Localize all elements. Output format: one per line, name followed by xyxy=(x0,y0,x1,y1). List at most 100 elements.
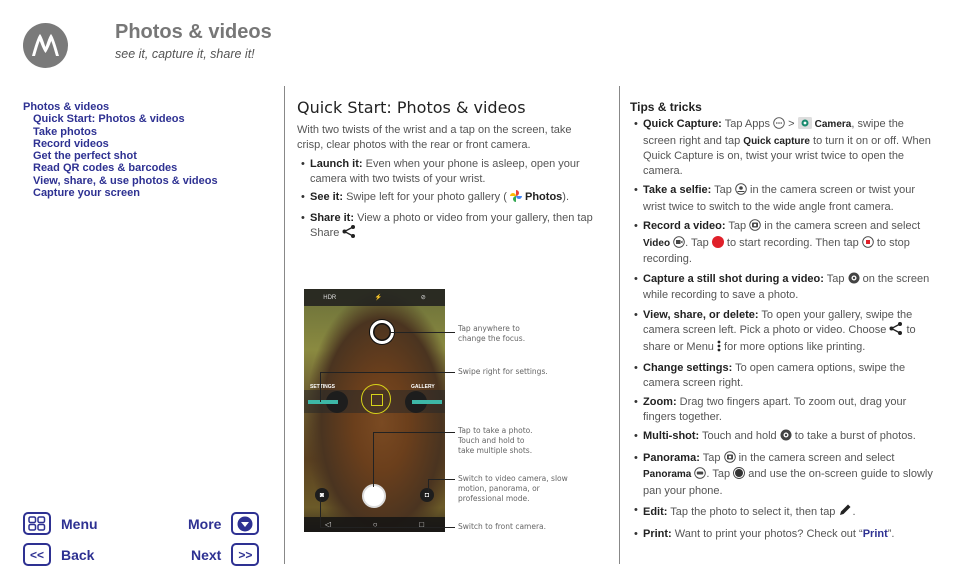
back-label: Back xyxy=(61,546,95,563)
callout-line xyxy=(428,479,429,492)
motorola-logo xyxy=(23,23,68,68)
share-icon xyxy=(342,225,356,243)
camera-app-icon xyxy=(797,117,812,134)
tips-title: Tips & tricks xyxy=(630,100,702,114)
tip-label: View, share, or delete: xyxy=(643,308,759,321)
tip-selfie: Take a selfie: Tap in the camera screen … xyxy=(630,183,936,214)
tips-list: Quick Capture: Tap Apps > Camera, swipe … xyxy=(630,117,936,541)
tip-record-video: Record a video: Tap in the camera screen… xyxy=(630,219,936,267)
chevron-down-icon xyxy=(231,512,260,535)
camera-mode-icon xyxy=(749,219,761,236)
camera-top-bar: HDR ⚡ ⊘ xyxy=(304,289,445,306)
tip-label: Record a video: xyxy=(643,220,726,233)
callout-line xyxy=(320,527,455,528)
menu-button[interactable]: Menu xyxy=(23,512,98,535)
page-title: Photos & videos xyxy=(115,21,272,43)
callout-front-camera: Switch to front camera. xyxy=(458,522,547,531)
apps-icon xyxy=(773,117,785,134)
tip-text: . xyxy=(852,506,856,519)
toc-item-qr-codes[interactable]: Read QR codes & barcodes xyxy=(33,162,218,174)
tip-still-shot: Capture a still shot during a video: Tap… xyxy=(630,272,936,303)
tip-view-share-delete: View, share, or delete: To open your gal… xyxy=(630,308,936,357)
tip-text: > xyxy=(785,118,798,130)
settings-label: SETTINGS xyxy=(310,384,336,390)
tip-label: Change settings: xyxy=(643,362,733,375)
column-divider xyxy=(284,86,285,564)
panorama-shutter-icon xyxy=(733,467,746,484)
camera-mode-icon: ◘ xyxy=(420,488,434,502)
front-camera-icon: ◙ xyxy=(315,488,329,502)
toc-item-quick-start[interactable]: Quick Start: Photos & videos xyxy=(33,113,218,125)
motorola-m-icon xyxy=(32,34,59,56)
panorama-mode-icon xyxy=(694,467,707,484)
android-nav-bar: ◁ ○ □ xyxy=(304,517,445,532)
tip-label: Quick Capture: xyxy=(643,118,722,130)
more-label: More xyxy=(188,515,222,532)
tip-text: to start recording. Then tap xyxy=(723,236,862,249)
tip-label: Zoom: xyxy=(643,396,677,409)
tip-quick-capture: Quick Capture: Tap Apps > Camera, swipe … xyxy=(630,117,936,178)
tip-text: in the camera screen and select xyxy=(761,220,921,233)
menu-label: Menu xyxy=(61,515,98,532)
camera-app-label: Camera xyxy=(814,119,852,130)
tip-edit: Edit: Tap the photo to select it, then t… xyxy=(630,503,936,522)
quick-capture-label: Quick capture xyxy=(743,135,810,147)
tip-text: Touch and hold xyxy=(699,430,780,443)
callout-settings: Swipe right for settings. xyxy=(458,367,548,376)
tip-text: Want to print your photos? Check out “ xyxy=(671,527,863,540)
tips-section: Tips & tricks Quick Capture: Tap Apps > … xyxy=(630,100,936,541)
shutter-icon xyxy=(848,272,860,289)
timer-off-icon: ⊘ xyxy=(420,295,426,301)
tip-text: Tap Apps xyxy=(721,118,774,130)
callout-line xyxy=(373,432,455,433)
tip-label: Edit: xyxy=(643,506,668,519)
tip-text: Tap the photo to select it, then tap xyxy=(667,506,839,519)
callout-line xyxy=(391,332,455,333)
camera-mode-icon xyxy=(723,450,736,468)
tip-label: Capture a still shot during a video: xyxy=(643,272,824,285)
tip-label: Panorama: xyxy=(643,451,700,464)
tip-text: Tap xyxy=(823,272,848,285)
record-stop-icon xyxy=(862,235,874,253)
toc-item-perfect-shot[interactable]: Get the perfect shot xyxy=(33,150,218,162)
item-label: See it: xyxy=(310,191,344,204)
front-camera-switch-icon xyxy=(735,183,747,200)
video-mode-label: Video xyxy=(643,237,671,249)
next-button[interactable]: Next >> xyxy=(191,543,260,566)
tip-panorama: Panorama: Tap in the camera screen and s… xyxy=(630,451,936,499)
tip-text: for more options like printing. xyxy=(720,340,866,353)
tip-label: Take a selfie: xyxy=(643,184,712,197)
tip-label: Print: xyxy=(643,527,672,540)
toc-item-capture-screen[interactable]: Capture your screen xyxy=(33,187,218,199)
tip-text: in the camera screen and select xyxy=(735,451,895,464)
callout-focus: Tap anywhere to change the focus. xyxy=(458,324,526,343)
more-button[interactable]: More xyxy=(188,512,260,535)
column-divider xyxy=(619,86,620,564)
right-arrow-icon xyxy=(308,400,338,404)
toc-heading-link[interactable]: Photos & videos xyxy=(23,101,218,113)
print-link[interactable]: Print xyxy=(863,528,888,540)
tip-text: Tap xyxy=(725,220,750,233)
quick-start-section: Quick Start: Photos & videos With two tw… xyxy=(297,98,597,243)
quick-start-list: Launch it: Even when your phone is aslee… xyxy=(297,157,597,243)
callout-line xyxy=(428,479,455,480)
focus-frame-icon xyxy=(361,384,391,414)
gallery-label: GALLERY xyxy=(411,384,435,390)
callout-line xyxy=(373,432,374,487)
toc-item-take-photos[interactable]: Take photos xyxy=(33,126,218,138)
photos-app-icon xyxy=(509,190,522,207)
toc-item-record-videos[interactable]: Record videos xyxy=(33,138,218,150)
callout-line xyxy=(320,372,455,373)
tip-zoom: Zoom: Drag two fingers apart. To zoom ou… xyxy=(630,395,936,424)
share-icon xyxy=(889,322,903,340)
item-text: Swipe left for your photo gallery ( xyxy=(343,191,507,204)
pencil-icon xyxy=(838,503,852,522)
back-button[interactable]: << Back xyxy=(23,543,94,566)
item-text-tail: ). xyxy=(562,191,570,204)
toc-item-view-share[interactable]: View, share, & use photos & videos xyxy=(33,175,218,187)
tip-label: Multi-shot: xyxy=(643,430,700,443)
item-label: Share it: xyxy=(310,211,355,224)
callout-line xyxy=(320,372,321,402)
tip-text: Tap xyxy=(699,451,724,464)
shutter-button-icon xyxy=(362,484,386,508)
